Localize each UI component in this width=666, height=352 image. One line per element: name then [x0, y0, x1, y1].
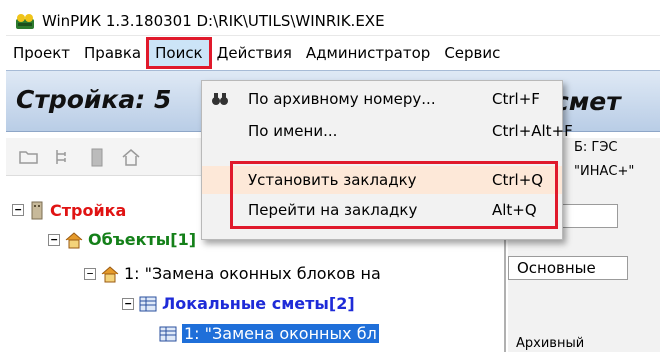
- winrik-app-icon: [16, 13, 34, 29]
- estimates-heading: смет: [554, 87, 621, 116]
- menu-administrator[interactable]: Администратор: [299, 39, 437, 67]
- tab-main[interactable]: Основные: [508, 256, 628, 280]
- highlight-box: [230, 161, 558, 229]
- building-icon[interactable]: [86, 146, 108, 168]
- toolbar: [6, 138, 206, 176]
- menu-item-shortcut: Ctrl+F: [492, 90, 540, 108]
- tree-selected-label: 1: "Замена оконных бл: [182, 324, 379, 343]
- menu-item-label: По архивному номеру...: [248, 90, 436, 108]
- collapse-icon[interactable]: −: [12, 204, 24, 216]
- construction-heading: Стройка: 5: [16, 85, 172, 114]
- menu-search[interactable]: Поиск: [146, 37, 212, 69]
- tree-root-label: Стройка: [50, 200, 127, 220]
- details-line-1: Б: ГЭС: [574, 140, 618, 155]
- menu-item-by-archive-number[interactable]: По архивному номеру... Ctrl+F: [202, 85, 562, 113]
- table-icon: [139, 296, 157, 311]
- tree-structure-icon[interactable]: [52, 146, 74, 168]
- window-title: WinРИК 1.3.180301 D:\RIK\UTILS\WINRIK.EX…: [42, 11, 385, 30]
- tree-object-1-label: 1: "Замена оконных блоков на: [124, 264, 381, 283]
- title-bar: WinРИК 1.3.180301 D:\RIK\UTILS\WINRIK.EX…: [6, 6, 660, 36]
- tree-node-local-estimates[interactable]: − Локальные сметы[2]: [122, 294, 355, 313]
- menu-edit[interactable]: Правка: [77, 39, 148, 67]
- collapse-icon[interactable]: −: [84, 267, 96, 280]
- tree-node-object-1[interactable]: − 1: "Замена оконных блоков на: [84, 264, 381, 283]
- binoculars-icon: [212, 93, 228, 105]
- tree-node-selected-estimate[interactable]: 1: "Замена оконных бл: [158, 324, 379, 343]
- menu-item-label: По имени...: [248, 122, 338, 140]
- tree-node-root[interactable]: − Стройка: [12, 200, 126, 220]
- collapse-icon[interactable]: −: [48, 233, 60, 246]
- open-folder-icon[interactable]: [18, 146, 40, 168]
- building-icon: [31, 201, 43, 220]
- tree-local-estimates-label: Локальные сметы[2]: [162, 294, 355, 313]
- details-line-2: "ИНАС+": [574, 164, 635, 179]
- search-menu-dropdown: По архивному номеру... Ctrl+F По имени..…: [201, 80, 573, 240]
- menu-item-shortcut: Ctrl+Alt+F: [492, 122, 573, 140]
- home-icon[interactable]: [120, 146, 142, 168]
- menu-item-by-name[interactable]: По имени... Ctrl+Alt+F: [202, 117, 573, 145]
- menu-actions[interactable]: Действия: [210, 39, 299, 67]
- house-icon: [101, 265, 119, 282]
- collapse-icon[interactable]: −: [122, 297, 134, 310]
- tree-node-objects[interactable]: − Объекты[1]: [48, 230, 196, 249]
- menu-project[interactable]: Проект: [6, 39, 77, 67]
- archive-field-label: Архивный: [516, 336, 585, 351]
- house-icon: [65, 231, 83, 248]
- table-icon: [159, 326, 177, 341]
- menu-bar: Проект Правка Поиск Действия Администрат…: [6, 37, 660, 69]
- tree-objects-label: Объекты[1]: [88, 230, 197, 249]
- menu-service[interactable]: Сервис: [437, 39, 507, 67]
